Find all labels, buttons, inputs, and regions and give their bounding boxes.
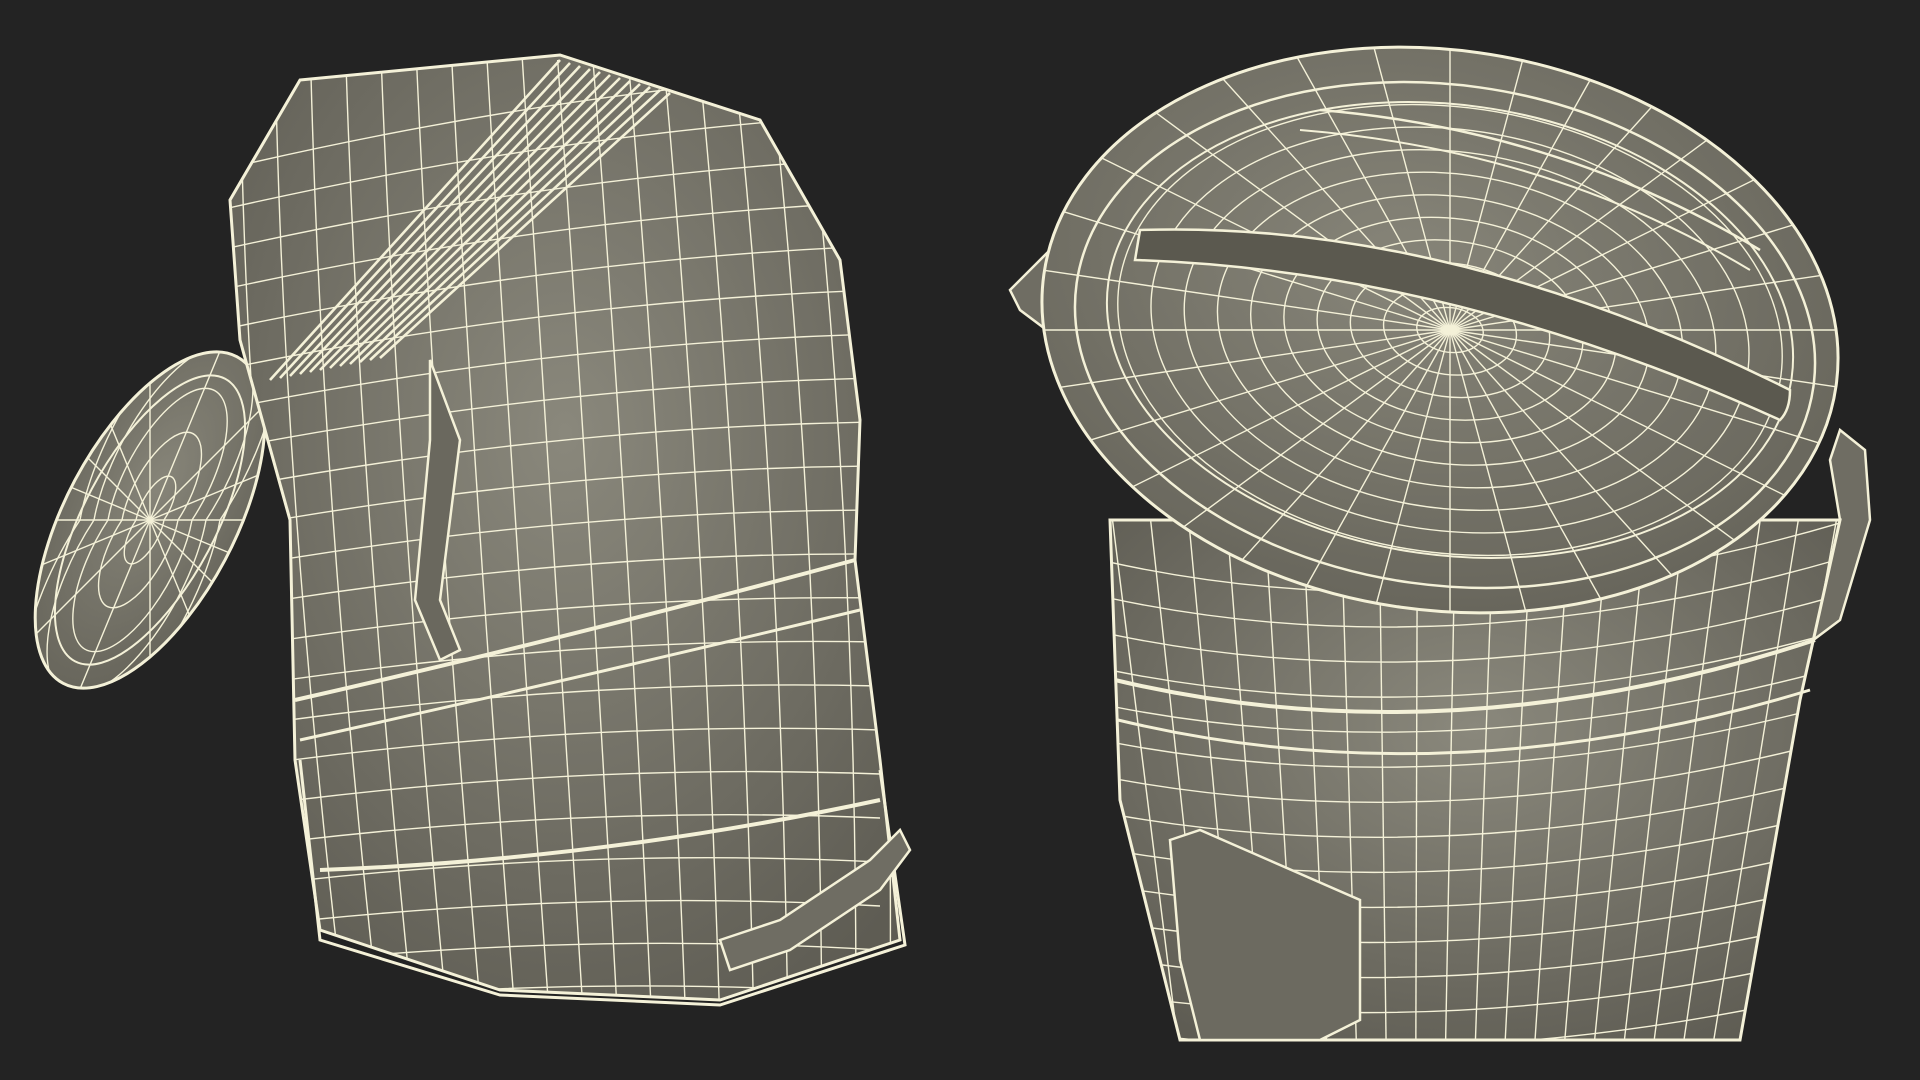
- left-can-body: [228, 53, 912, 1007]
- wireframe-render: [0, 0, 1876, 1042]
- left-trash-can: [0, 53, 912, 1007]
- right-trash-can: [1004, 0, 1876, 1042]
